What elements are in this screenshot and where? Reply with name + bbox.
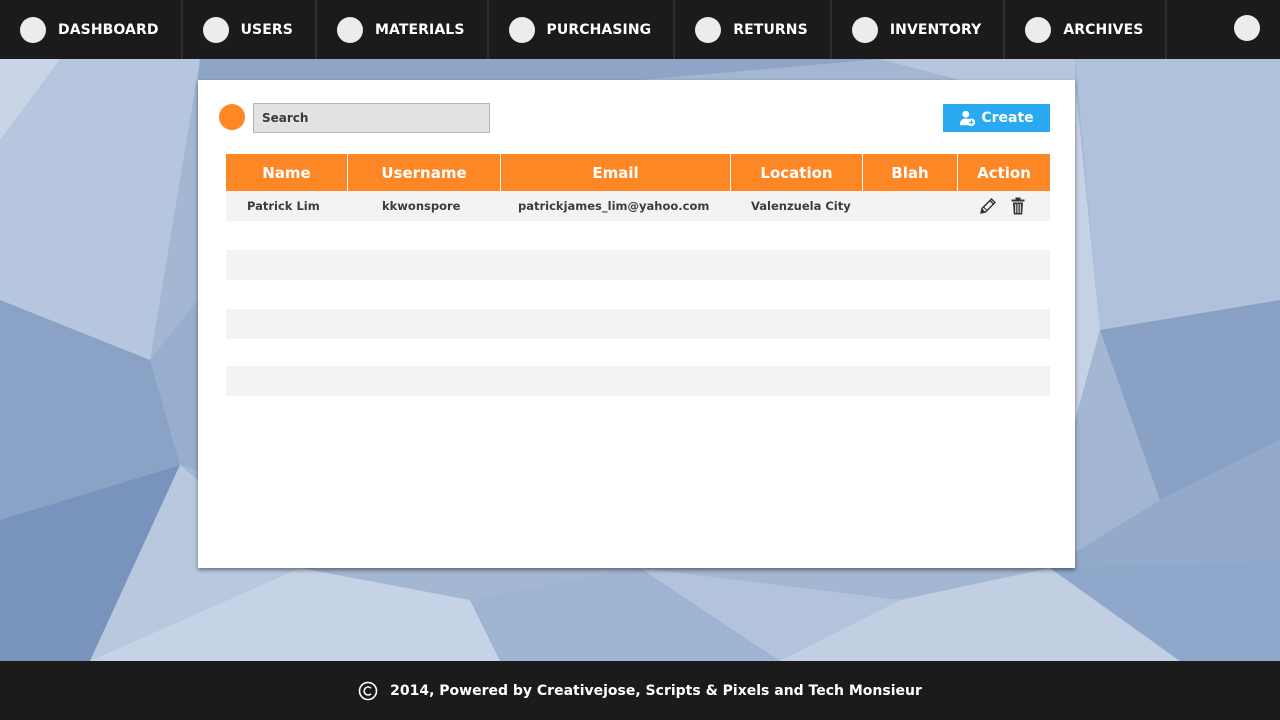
profile-icon[interactable]: [1234, 15, 1260, 41]
table-row-empty: [226, 309, 1050, 339]
dashboard-icon: [20, 16, 46, 43]
archives-icon: [1025, 16, 1052, 43]
users-icon: [202, 16, 229, 43]
cell-username: kkwonspore: [382, 199, 461, 213]
materials-icon: [336, 16, 363, 43]
top-navbar: DASHBOARD USERS MATERIALS PURCHASING RET…: [0, 0, 1280, 59]
users-panel: Create Name Username Email Location Blah…: [198, 80, 1075, 568]
table-row-empty: [226, 339, 1050, 366]
copyright-icon: [358, 681, 378, 700]
nav-item-returns[interactable]: RETURNS: [675, 0, 832, 59]
column-header-email[interactable]: Email: [501, 154, 731, 191]
cell-blah: [863, 191, 958, 221]
column-header-blah[interactable]: Blah: [863, 154, 958, 191]
cell-name: Patrick Lim: [247, 199, 320, 213]
cell-email: patrickjames_lim@yahoo.com: [518, 199, 710, 213]
pencil-icon[interactable]: [978, 196, 998, 216]
table-row-empty: [226, 280, 1050, 309]
table-row-empty: [226, 366, 1050, 396]
nav-item-label: RETURNS: [733, 21, 808, 38]
cell-action: [958, 191, 1050, 221]
users-table: Name Username Email Location Blah Action…: [226, 154, 1050, 396]
column-header-action: Action: [977, 163, 1031, 182]
inventory-icon: [851, 16, 878, 43]
trash-icon[interactable]: [1008, 196, 1028, 216]
footer-text: 2014, Powered by Creativejose, Scripts &…: [390, 682, 922, 699]
nav-item-purchasing[interactable]: PURCHASING: [489, 0, 676, 59]
user-add-icon: [960, 110, 976, 126]
table-header: Name Username Email Location Blah Action: [226, 154, 1050, 191]
nav-item-dashboard[interactable]: DASHBOARD: [0, 0, 183, 59]
table-row[interactable]: Patrick Lim kkwonspore patrickjames_lim@…: [226, 191, 1050, 221]
footer: 2014, Powered by Creativejose, Scripts &…: [0, 661, 1280, 720]
nav-item-inventory[interactable]: INVENTORY: [832, 0, 1006, 59]
nav-item-users[interactable]: USERS: [183, 0, 317, 59]
returns-icon: [695, 16, 722, 43]
search-input[interactable]: [253, 103, 490, 133]
nav-item-label: DASHBOARD: [58, 21, 159, 38]
nav-item-label: ARCHIVES: [1063, 21, 1144, 38]
column-header-username[interactable]: Username: [348, 154, 501, 191]
cell-location: Valenzuela City: [751, 199, 851, 213]
table-row-empty: [226, 250, 1050, 280]
nav-item-archives[interactable]: ARCHIVES: [1005, 0, 1168, 59]
create-button[interactable]: Create: [943, 104, 1050, 132]
nav-item-label: PURCHASING: [546, 21, 652, 38]
nav-item-label: INVENTORY: [889, 21, 982, 38]
nav-item-label: USERS: [240, 21, 293, 38]
table-row-empty: [226, 221, 1050, 250]
purchasing-icon: [508, 16, 535, 43]
create-button-label: Create: [981, 110, 1034, 126]
column-header-name[interactable]: Name: [226, 154, 348, 191]
nav-item-label: MATERIALS: [374, 21, 465, 38]
column-header-location[interactable]: Location: [731, 154, 863, 191]
search-icon: [219, 104, 245, 130]
nav-item-materials[interactable]: MATERIALS: [317, 0, 489, 59]
